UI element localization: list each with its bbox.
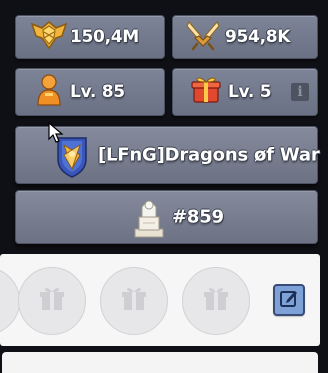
rank-value: #859 <box>172 206 224 228</box>
level-stat[interactable]: Lv. 85 <box>15 68 165 116</box>
level-value: Lv. 85 <box>70 82 125 102</box>
gift-slot[interactable] <box>18 267 86 335</box>
kills-stat[interactable]: 954,8K <box>172 15 318 59</box>
gift-level-value: Lv. 5 <box>228 82 272 102</box>
gift-slot[interactable] <box>100 267 168 335</box>
commander-icon <box>34 73 64 111</box>
gift-icon <box>203 286 229 316</box>
rank-bar[interactable]: #859 <box>15 190 318 244</box>
edit-button[interactable] <box>273 284 305 316</box>
crossed-swords-icon <box>185 18 221 56</box>
shield-wings-icon <box>30 18 68 56</box>
gift-icon <box>121 286 147 316</box>
mouse-cursor-icon <box>48 121 64 148</box>
lower-panel <box>2 352 318 373</box>
info-button[interactable]: i <box>291 83 309 101</box>
gift-box-icon <box>191 75 221 109</box>
edit-icon <box>279 288 299 312</box>
gift-level-stat[interactable]: Lv. 5 i <box>172 68 318 116</box>
alliance-name: [LFnG]Dragons øf War <box>98 144 320 166</box>
power-value: 150,4M <box>70 27 139 47</box>
power-stat[interactable]: 150,4M <box>15 15 165 59</box>
gift-icon <box>39 286 65 316</box>
statue-icon <box>130 195 168 243</box>
kills-value: 954,8K <box>225 27 291 47</box>
profile-panel: 150,4M 954,8K Lv. 85 Lv. 5 i [LFnG]Drago… <box>0 0 328 373</box>
gift-slot[interactable] <box>182 267 250 335</box>
